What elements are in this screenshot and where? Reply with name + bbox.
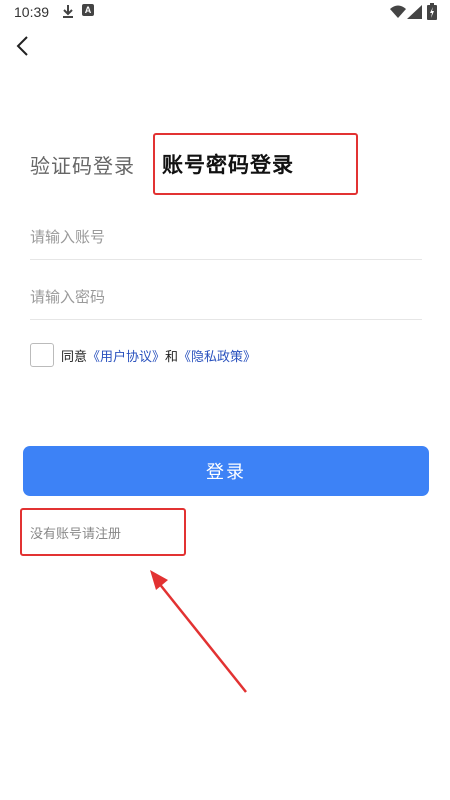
password-field — [30, 274, 422, 320]
status-bar: 10:39 A — [0, 0, 450, 26]
agree-conjunction: 和 — [165, 349, 179, 365]
tab-sms-login[interactable]: 验证码登录 — [30, 150, 135, 179]
wifi-icon — [390, 4, 406, 23]
arrow-head-icon — [150, 570, 168, 590]
chevron-left-icon — [16, 36, 28, 56]
a-icon: A — [82, 4, 94, 16]
agreement-row: 同意 《用户协议》 和 《隐私政策》 — [30, 342, 256, 368]
battery-icon — [427, 3, 437, 24]
agree-checkbox[interactable] — [30, 343, 54, 367]
agree-prefix: 同意 — [61, 349, 88, 365]
back-button[interactable] — [10, 32, 38, 60]
password-input[interactable] — [30, 274, 422, 319]
login-button[interactable]: 登录 — [23, 446, 429, 496]
login-screen: 10:39 A 验证码登录 账号密码登录 请输入账号 同意 《用户协议》 和 《… — [0, 0, 450, 800]
annotation-arrow — [150, 570, 247, 693]
privacy-policy-link[interactable]: 《隐私政策》 — [178, 346, 256, 365]
user-agreement-link[interactable]: 《用户协议》 — [87, 346, 165, 365]
account-input[interactable] — [30, 214, 422, 259]
annotation-box-tab — [153, 133, 358, 195]
signal-icon — [407, 4, 423, 23]
status-time: 10:39 — [14, 4, 50, 20]
annotation-box-register — [20, 508, 186, 556]
download-icon — [60, 3, 76, 23]
account-field — [30, 214, 422, 260]
